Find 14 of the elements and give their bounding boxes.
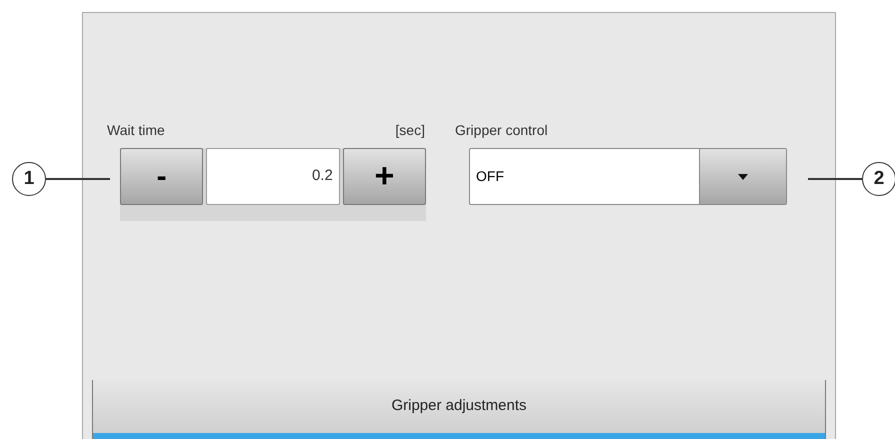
dropdown[interactable]: OFF	[469, 148, 787, 205]
tab[interactable]: Gripper adjustments	[92, 380, 826, 439]
unit-label: [sec]	[395, 121, 425, 140]
field-label: Wait time	[107, 121, 165, 140]
value-field[interactable]: 0.2	[206, 148, 340, 205]
dropdown-value: OFF	[476, 167, 504, 186]
increase-button[interactable]: +	[342, 148, 426, 205]
leader-line	[808, 178, 862, 180]
decrease-button[interactable]: -	[120, 148, 204, 205]
callout-number: 1	[12, 162, 46, 196]
callout-number: 2	[862, 162, 895, 196]
caret-icon	[738, 174, 748, 180]
field-label: Gripper control	[455, 121, 548, 140]
leader-line	[46, 178, 110, 180]
